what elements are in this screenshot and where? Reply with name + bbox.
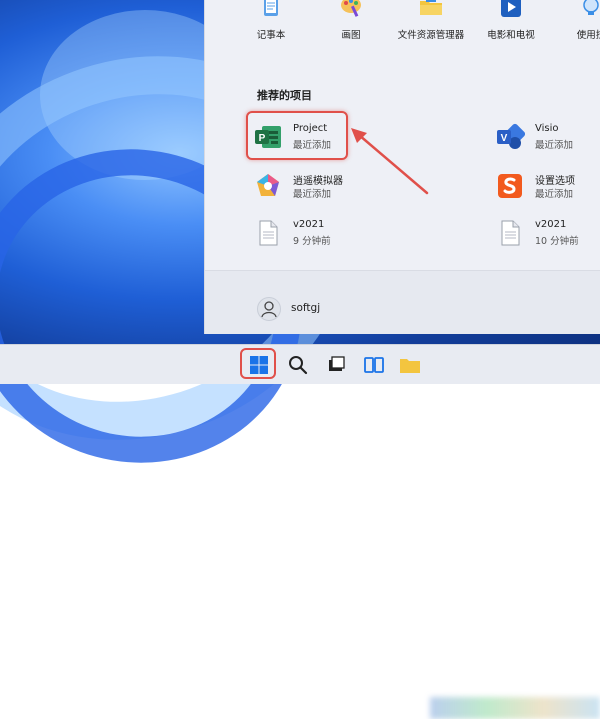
tips-icon	[583, 0, 599, 15]
recommended-item-visio[interactable]: V Visio 最近添加	[495, 118, 595, 156]
movies-tv-icon	[501, 0, 521, 17]
widgets-icon	[364, 357, 384, 373]
item-name: 设置选项	[535, 176, 575, 187]
settings-s-icon	[498, 174, 522, 198]
item-subtitle: 最近添加	[535, 189, 574, 200]
start-menu: 记事本 画图 文件资源管理器 电影和电视 使用 推荐的项目 P Project …	[204, 0, 600, 334]
annotation-highlight-start	[240, 348, 276, 379]
emulator-icon	[257, 174, 279, 196]
search-icon	[289, 356, 308, 375]
visio-icon: V	[497, 123, 525, 149]
recommended-title: 推荐的项目	[257, 89, 312, 102]
item-subtitle: 最近添加	[535, 140, 574, 151]
paint-icon	[341, 0, 361, 17]
pinned-app-label: 电影和电视	[487, 30, 535, 41]
item-subtitle: 9 分钟前	[293, 236, 331, 247]
start-footer: softgj	[205, 270, 600, 334]
pinned-apps: 记事本 画图 文件资源管理器 电影和电视 使用	[205, 0, 600, 45]
item-subtitle: 10 分钟前	[535, 236, 579, 247]
item-name: Visio	[535, 123, 559, 134]
recommended-item-settings-options[interactable]: 设置选项 最近添加	[495, 167, 595, 205]
document-icon	[259, 220, 278, 246]
recommended-item-file[interactable]: v2021 9 分钟前	[253, 214, 353, 252]
document-icon	[501, 220, 520, 246]
search-button[interactable]	[286, 353, 310, 377]
pinned-app-label: 画图	[341, 30, 361, 41]
task-view-button[interactable]	[324, 353, 348, 377]
item-subtitle: 最近添加	[293, 189, 332, 200]
folder-icon	[400, 359, 420, 373]
task-view-icon	[329, 356, 345, 371]
svg-text:V: V	[501, 133, 508, 144]
folder-icon	[420, 0, 442, 15]
user-name: softgj	[291, 302, 321, 314]
taskbar	[0, 344, 600, 719]
taskbar-blurred-icons	[430, 697, 600, 719]
pinned-app-label: 记事本	[256, 30, 286, 41]
pinned-app-label: 使用技	[576, 30, 600, 41]
annotation-highlight-box	[246, 111, 348, 160]
item-name: v2021	[293, 219, 325, 230]
item-name: 逍遥模拟器	[293, 176, 343, 187]
notepad-icon	[264, 0, 278, 16]
avatar	[257, 297, 281, 321]
pinned-app-label: 文件资源管理器	[397, 30, 465, 41]
file-explorer-button[interactable]	[398, 353, 422, 377]
annotation-arrow	[351, 128, 429, 195]
item-name: v2021	[535, 219, 567, 230]
user-icon	[261, 301, 277, 318]
recommended-item-file[interactable]: v2021 10 分钟前	[495, 214, 595, 252]
widgets-button[interactable]	[362, 353, 386, 377]
